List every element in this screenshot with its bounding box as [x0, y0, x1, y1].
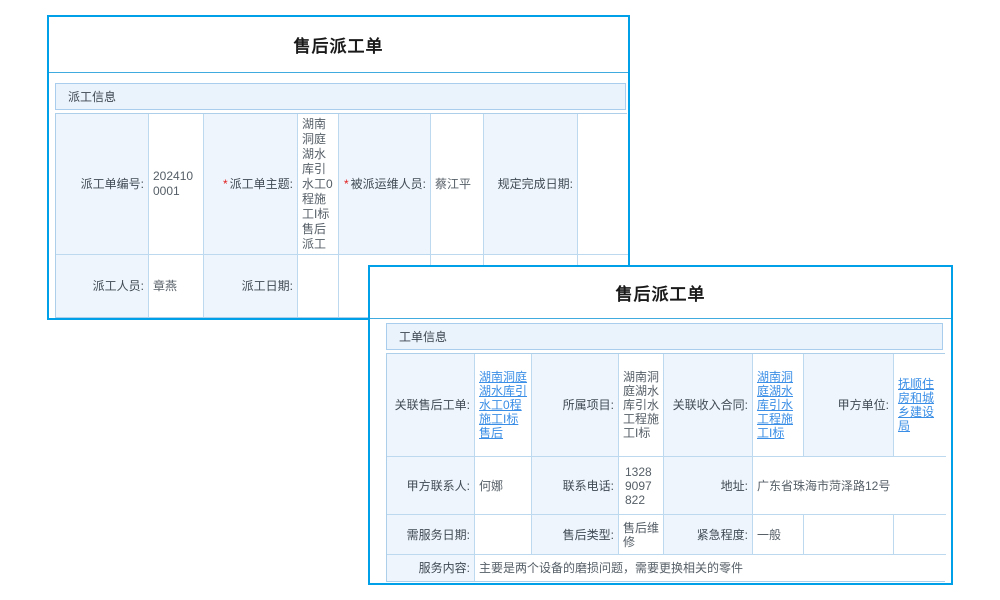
project-value: 湖南洞庭湖水库引水工程施工I标	[619, 354, 664, 457]
service-type-label: 售后类型:	[532, 515, 619, 555]
work-order-table: 关联售后工单: 湖南洞庭湖水库引水工0程施工I标售后 所属项目: 湖南洞庭湖水库…	[386, 353, 945, 582]
urgency-label: 紧急程度:	[664, 515, 753, 555]
related-order-link[interactable]: 湖南洞庭湖水库引水工0程施工I标售后	[479, 370, 527, 440]
table-row: 需服务日期: 售后类型: 售后维修 紧急程度: 一般	[387, 515, 944, 555]
service-type-value: 售后维修	[619, 515, 664, 555]
party-a-label: 甲方单位:	[804, 354, 894, 457]
dispatcher-value: 章燕	[149, 255, 204, 317]
income-contract-link[interactable]: 湖南洞庭湖水库引水工程施工I标	[757, 370, 799, 440]
assignee-label: *被派运维人员:	[339, 114, 431, 255]
section-header-dispatch-info: 派工信息	[55, 83, 626, 110]
order-no-label: 派工单编号:	[56, 114, 149, 255]
service-date-label: 需服务日期:	[387, 515, 475, 555]
income-contract-label: 关联收入合同:	[664, 354, 753, 457]
urgency-value: 一般	[753, 515, 804, 555]
table-row: 派工单编号: 2024100001 *派工单主题: 湖南洞庭湖水库引水工0程施工…	[56, 114, 626, 255]
work-order-panel: 售后派工单 工单信息 关联售后工单: 湖南洞庭湖水库引水工0程施工I标售后 所属…	[368, 265, 953, 585]
table-row: 关联售后工单: 湖南洞庭湖水库引水工0程施工I标售后 所属项目: 湖南洞庭湖水库…	[387, 354, 944, 457]
phone-value: 13289097822	[619, 457, 664, 515]
panel-body: 工单信息 关联售后工单: 湖南洞庭湖水库引水工0程施工I标售后 所属项目: 湖南…	[370, 319, 951, 582]
required-mark: *	[223, 177, 228, 192]
panel-title: 售后派工单	[49, 17, 628, 73]
dispatch-date-value	[298, 255, 339, 317]
assignee-value: 蔡江平	[431, 114, 484, 255]
service-content-value: 主要是两个设备的磨损问题，需要更换相关的零件	[475, 555, 946, 581]
empty-cell	[894, 515, 946, 555]
party-a-link[interactable]: 抚顺住房和城乡建设局	[898, 377, 942, 433]
party-a-value: 抚顺住房和城乡建设局	[894, 354, 946, 457]
empty-cell	[804, 515, 894, 555]
related-order-value: 湖南洞庭湖水库引水工0程施工I标售后	[475, 354, 532, 457]
service-content-label: 服务内容:	[387, 555, 475, 581]
dispatcher-label: 派工人员:	[56, 255, 149, 317]
table-row: 甲方联系人: 何娜 联系电话: 13289097822 地址: 广东省珠海市菏泽…	[387, 457, 944, 515]
related-order-label: 关联售后工单:	[387, 354, 475, 457]
party-a-contact-value: 何娜	[475, 457, 532, 515]
section-header-workorder-info: 工单信息	[386, 323, 943, 350]
address-label: 地址:	[664, 457, 753, 515]
required-mark: *	[344, 177, 349, 192]
service-date-value	[475, 515, 532, 555]
project-label: 所属项目:	[532, 354, 619, 457]
phone-label: 联系电话:	[532, 457, 619, 515]
income-contract-value: 湖南洞庭湖水库引水工程施工I标	[753, 354, 804, 457]
due-date-label: 规定完成日期:	[484, 114, 578, 255]
panel-title: 售后派工单	[370, 267, 951, 319]
order-no-value: 2024100001	[149, 114, 204, 255]
dispatch-date-label: 派工日期:	[204, 255, 298, 317]
subject-value: 湖南洞庭湖水库引水工0程施工I标售后派工	[298, 114, 339, 255]
table-row: 服务内容: 主要是两个设备的磨损问题，需要更换相关的零件	[387, 555, 944, 581]
address-value: 广东省珠海市菏泽路12号	[753, 457, 946, 515]
party-a-contact-label: 甲方联系人:	[387, 457, 475, 515]
due-date-value	[578, 114, 628, 255]
subject-label: *派工单主题:	[204, 114, 298, 255]
